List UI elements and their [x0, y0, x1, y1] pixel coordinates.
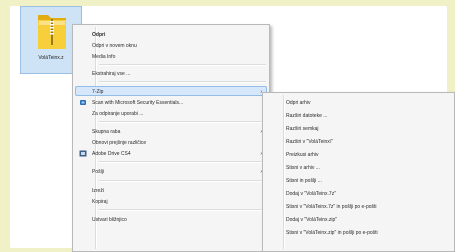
menu-separator — [99, 121, 266, 123]
menu-item-label: Razširi datoteke ... — [286, 113, 328, 119]
menu-item-label: Ekstrahiraj vse ... — [92, 71, 131, 77]
menu-item-label: Pošlji — [92, 169, 104, 175]
menu-item-scan-mse[interactable]: Scan with Microsoft Security Essentials.… — [75, 97, 267, 107]
submenu-item-open-archive[interactable]: Odpri arhiv — [265, 97, 452, 107]
menu-item-open[interactable]: Odpri — [75, 29, 267, 39]
menu-separator — [99, 180, 266, 182]
menu-item-7zip[interactable]: 7-Zip › — [75, 86, 267, 96]
zip-folder-icon — [38, 15, 66, 49]
menu-item-label: Media Info — [92, 54, 116, 60]
menu-item-label: Odpri v novem oknu — [92, 43, 137, 49]
7zip-submenu: Odpri arhiv Razširi datoteke ... Razširi… — [262, 92, 455, 252]
menu-item-label: Dodaj v "VoláTeinx.zip" — [286, 217, 338, 223]
menu-separator — [99, 64, 266, 66]
menu-item-share[interactable]: Skupna raba › — [75, 126, 267, 136]
security-shield-icon — [80, 100, 86, 105]
submenu-item-add-to-7z[interactable]: Dodaj v "VoláTeinx.7z" — [265, 188, 452, 198]
menu-item-label: 7-Zip — [92, 89, 104, 95]
submenu-item-test-archive[interactable]: Preizkusi arhiv — [265, 149, 452, 159]
menu-item-label: Za odpiranje uporabi ... — [92, 111, 144, 117]
menu-item-cut[interactable]: Izreži — [75, 185, 267, 195]
menu-separator — [99, 209, 266, 211]
submenu-item-extract-files[interactable]: Razširi datoteke ... — [265, 110, 452, 120]
menu-item-copy[interactable]: Kopiraj — [75, 196, 267, 206]
menu-item-label: Stisni v arhiv ... — [286, 165, 320, 171]
menu-item-extract-all[interactable]: Ekstrahiraj vse ... — [75, 68, 267, 78]
submenu-item-add-to-zip[interactable]: Dodaj v "VoláTeinx.zip" — [265, 214, 452, 224]
menu-item-label: Kopiraj — [92, 199, 108, 205]
submenu-item-extract-here[interactable]: Razširi semkaj — [265, 123, 452, 133]
menu-item-label: Ustvari bližnjico — [92, 217, 127, 223]
menu-item-label: Odpri arhiv — [286, 100, 311, 106]
submenu-item-zip-and-email[interactable]: Stisni v "VoláTeinx.zip" in pošlji po e-… — [265, 227, 452, 237]
menu-item-open-with[interactable]: Za odpiranje uporabi ... — [75, 108, 267, 118]
context-menu: Odpri Odpri v novem oknu Media Info Ekst… — [72, 24, 270, 252]
menu-item-label: Adobe Drive CS4 — [92, 151, 131, 157]
menu-separator — [99, 81, 266, 83]
submenu-item-add-to-archive[interactable]: Stisni v arhiv ... — [265, 162, 452, 172]
menu-item-send-to[interactable]: Pošlji › — [75, 166, 267, 176]
menu-item-label: Skupna raba — [92, 129, 121, 135]
menu-item-label: Obnovi prejšnje različice — [92, 140, 147, 146]
menu-item-label: Izreži — [92, 188, 104, 194]
menu-separator — [99, 161, 266, 163]
menu-item-label: Stisni v "VoláTeinx.7z" in pošlji po e-p… — [286, 204, 377, 210]
menu-item-label: Stisni v "VoláTeinx.zip" in pošlji po e-… — [286, 230, 378, 236]
menu-item-create-shortcut[interactable]: Ustvari bližnjico — [75, 214, 267, 224]
menu-item-open-new-window[interactable]: Odpri v novem oknu — [75, 40, 267, 50]
submenu-item-extract-to-folder[interactable]: Razširi v "VoláTeinx\" — [265, 136, 452, 146]
menu-item-label: Stisni in pošlji ... — [286, 178, 322, 184]
submenu-item-compress-and-email[interactable]: Stisni in pošlji ... — [265, 175, 452, 185]
menu-item-label: Scan with Microsoft Security Essentials.… — [92, 100, 184, 106]
menu-item-label: Odpri — [92, 32, 106, 38]
adobe-drive-icon — [79, 150, 87, 157]
menu-item-adobe-drive[interactable]: Adobe Drive CS4 › — [75, 148, 267, 158]
submenu-item-7z-and-email[interactable]: Stisni v "VoláTeinx.7z" in pošlji po e-p… — [265, 201, 452, 211]
menu-item-label: Razširi v "VoláTeinx\" — [286, 139, 333, 145]
menu-item-label: Preizkusi arhiv — [286, 152, 319, 158]
menu-item-restore-versions[interactable]: Obnovi prejšnje različice — [75, 137, 267, 147]
menu-item-label: Dodaj v "VoláTeinx.7z" — [286, 191, 336, 197]
menu-item-media-info[interactable]: Media Info — [75, 51, 267, 61]
menu-item-label: Razširi semkaj — [286, 126, 319, 132]
